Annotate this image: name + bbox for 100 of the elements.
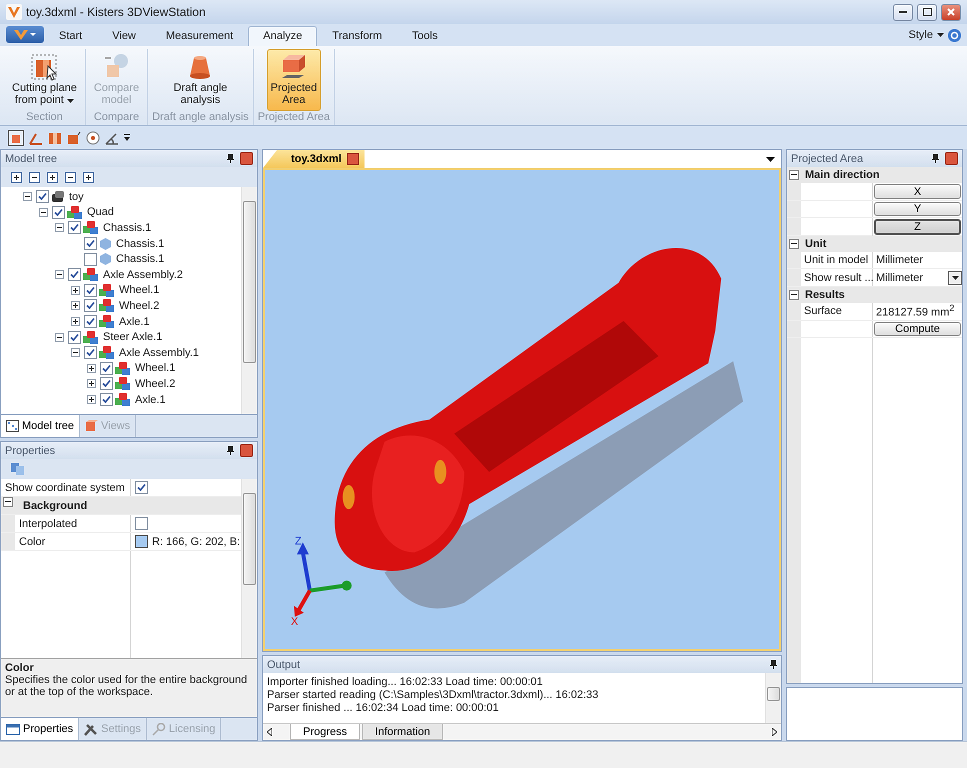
- scroll-left-icon[interactable]: [267, 728, 272, 736]
- checkbox[interactable]: [84, 237, 97, 250]
- assembly-icon: [67, 206, 83, 219]
- style-menu[interactable]: Style: [908, 29, 944, 41]
- checkbox[interactable]: [100, 362, 113, 375]
- expand-icon[interactable]: [47, 172, 58, 182]
- help-icon[interactable]: [948, 28, 961, 42]
- checkbox[interactable]: [84, 315, 97, 328]
- expand-toggle[interactable]: [87, 395, 96, 404]
- checkbox[interactable]: [68, 268, 81, 282]
- tree-node[interactable]: Wheel.2: [133, 378, 176, 390]
- tree-node[interactable]: Wheel.2: [117, 300, 160, 312]
- checkbox[interactable]: [100, 393, 113, 406]
- tree-node[interactable]: Steer Axle.1: [101, 331, 162, 344]
- 3d-viewport[interactable]: Z X: [263, 168, 781, 651]
- checkbox[interactable]: [52, 206, 65, 219]
- ribbon-button[interactable]: Cutting plane from point: [8, 49, 81, 111]
- expand-toggle[interactable]: [71, 301, 80, 310]
- tools-icon: [84, 722, 98, 736]
- collapse-toggle[interactable]: [789, 290, 799, 300]
- ribbon-tab[interactable]: View: [97, 26, 151, 46]
- output-tab[interactable]: Progress: [290, 724, 360, 740]
- tree-icon: [6, 420, 19, 432]
- expand-toggle[interactable]: [87, 379, 96, 388]
- collapse-toggle[interactable]: [789, 170, 799, 180]
- checkbox[interactable]: [84, 346, 97, 360]
- compute-button[interactable]: Compute: [874, 322, 961, 336]
- expand-toggle[interactable]: [71, 317, 80, 326]
- document-tab[interactable]: toy.3dxml: [263, 150, 365, 168]
- description-title: Color: [5, 662, 35, 674]
- tree-node[interactable]: Chassis.1: [101, 222, 152, 234]
- pin-icon[interactable]: [932, 154, 939, 163]
- cube-icon[interactable]: [8, 130, 24, 146]
- collapse-toggle[interactable]: [55, 223, 64, 232]
- tree-node[interactable]: Chassis.1: [114, 253, 164, 266]
- checkbox[interactable]: [84, 252, 97, 266]
- scrollbar[interactable]: [765, 673, 781, 723]
- collapse-toggle[interactable]: [71, 348, 80, 358]
- ribbon-tab[interactable]: Tools: [397, 26, 453, 46]
- output-tab[interactable]: Information: [362, 724, 444, 740]
- expand-toggle[interactable]: [71, 286, 80, 295]
- tree-node[interactable]: Wheel.1: [117, 284, 160, 296]
- panel-tab[interactable]: Model tree: [1, 415, 80, 437]
- checkbox[interactable]: [135, 481, 148, 494]
- dropdown-button[interactable]: [948, 270, 962, 285]
- tree-node[interactable]: Wheel.1: [133, 362, 176, 374]
- direction-button[interactable]: Z: [874, 219, 961, 236]
- pin-icon[interactable]: [227, 446, 234, 455]
- direction-button[interactable]: Y: [874, 202, 961, 216]
- collapse-toggle[interactable]: [55, 332, 64, 342]
- target-icon[interactable]: [86, 130, 100, 144]
- tree-node[interactable]: Axle.1: [133, 394, 166, 406]
- close-tab-button[interactable]: [346, 153, 359, 165]
- ribbon-button[interactable]: Projected Area: [266, 49, 321, 111]
- tree-node[interactable]: Chassis.1: [114, 238, 164, 250]
- box-icon[interactable]: [67, 130, 81, 144]
- checkbox[interactable]: [36, 190, 49, 204]
- ribbon-tab[interactable]: Measurement: [150, 26, 248, 46]
- collapse-toggle[interactable]: [3, 497, 13, 507]
- tree-node[interactable]: Axle Assembly.2: [101, 268, 183, 281]
- checkbox[interactable]: [100, 377, 113, 390]
- tree-node[interactable]: Axle Assembly.1: [117, 346, 199, 359]
- scrollbar[interactable]: [241, 479, 257, 658]
- tree-node[interactable]: Quad: [85, 206, 114, 218]
- ribbon-tab[interactable]: Transform: [317, 26, 398, 46]
- ribbon-button[interactable]: Draft angle analysis: [169, 49, 232, 111]
- collapse-all-icon[interactable]: [29, 172, 40, 182]
- close-button[interactable]: [941, 4, 961, 20]
- collapse-toggle[interactable]: [39, 208, 48, 217]
- collapse-toggle[interactable]: [55, 270, 64, 280]
- checkbox[interactable]: [84, 284, 97, 297]
- overflow-icon[interactable]: [124, 134, 130, 142]
- checkbox[interactable]: [68, 221, 81, 234]
- angle-icon[interactable]: [105, 130, 119, 144]
- pin-icon[interactable]: [227, 154, 234, 163]
- tree-node[interactable]: Axle.1: [117, 316, 150, 328]
- ribbon-tab[interactable]: Analyze: [248, 26, 318, 46]
- expand-toggle[interactable]: [87, 364, 96, 373]
- tree-node[interactable]: toy: [67, 190, 84, 203]
- expand-level-icon[interactable]: [83, 172, 94, 182]
- angle-icon[interactable]: [29, 130, 43, 144]
- minimize-button[interactable]: [893, 4, 913, 20]
- collapse-icon[interactable]: [65, 172, 76, 182]
- checkbox[interactable]: [84, 299, 97, 312]
- dropdown-arrow-icon[interactable]: [766, 156, 775, 162]
- expand-all-icon[interactable]: [11, 172, 22, 182]
- panel-tab[interactable]: Properties: [1, 718, 80, 740]
- direction-button[interactable]: X: [874, 184, 961, 199]
- checkbox[interactable]: [135, 517, 148, 530]
- maximize-button[interactable]: [917, 4, 937, 20]
- scroll-right-icon[interactable]: [772, 728, 777, 736]
- copy-icon[interactable]: [11, 463, 25, 475]
- ribbon-tab[interactable]: Start: [44, 26, 98, 46]
- checkbox[interactable]: [68, 330, 81, 344]
- collapse-toggle[interactable]: [789, 238, 799, 249]
- pin-icon[interactable]: [770, 660, 777, 669]
- panel-icon[interactable]: [48, 130, 62, 144]
- application-menu-button[interactable]: [6, 26, 44, 43]
- collapse-toggle[interactable]: [23, 192, 32, 202]
- scrollbar[interactable]: [241, 187, 257, 414]
